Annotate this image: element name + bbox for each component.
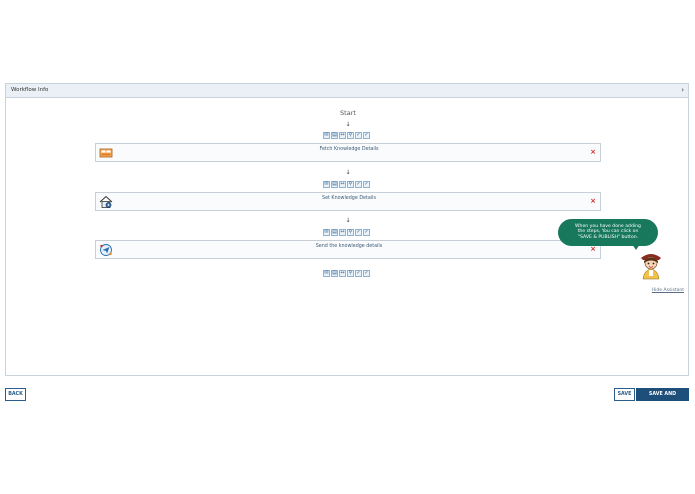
remove-icon[interactable]: × [590, 198, 596, 205]
transform-step-icon[interactable]: ↔ [339, 181, 346, 188]
save-button[interactable]: SAVE [614, 388, 635, 401]
assistant-message-line: "SAVE & PUBLISH" button. [577, 234, 639, 240]
approve-step-icon[interactable]: ✓ [355, 181, 362, 188]
workflow-step[interactable]: Set Knowledge Details × [95, 192, 601, 211]
search-step-icon[interactable]: ⚲ [347, 132, 354, 139]
remove-icon[interactable]: × [590, 149, 596, 156]
approve-step-icon[interactable]: ✓ [355, 132, 362, 139]
approve-step-icon[interactable]: ✓ [355, 270, 362, 277]
database-step-icon[interactable]: ▤ [331, 229, 338, 236]
chevron-right-icon[interactable]: › [681, 84, 684, 97]
check-step-icon[interactable]: ✓ [363, 229, 370, 236]
transform-step-icon[interactable]: ↔ [339, 229, 346, 236]
panel-title: Workflow Info [11, 87, 49, 93]
transform-step-icon[interactable]: ↔ [339, 132, 346, 139]
approve-step-icon[interactable]: ✓ [355, 229, 362, 236]
email-step-icon[interactable]: ✉ [323, 181, 330, 188]
start-label: Start [340, 109, 356, 117]
add-step-toolbar: ✉ ▤ ↔ ⚲ ✓ ✓ [323, 132, 370, 139]
assistant-avatar-icon[interactable] [637, 248, 665, 280]
check-step-icon[interactable]: ✓ [363, 132, 370, 139]
add-step-toolbar: ✉ ▤ ↔ ⚲ ✓ ✓ [323, 181, 370, 188]
workflow-step[interactable]: Fetch Knowledge Details × [95, 143, 601, 162]
workflow-step[interactable]: Send the knowledge details × [95, 240, 601, 259]
search-step-icon[interactable]: ⚲ [347, 270, 354, 277]
step-label: Set Knowledge Details [322, 196, 376, 201]
arrow-down-icon: ↓ [345, 169, 351, 176]
database-step-icon[interactable]: ▤ [331, 181, 338, 188]
add-step-toolbar: ✉ ▤ ↔ ⚲ ✓ ✓ [323, 229, 370, 236]
arrow-down-icon: ↓ [345, 121, 351, 128]
check-step-icon[interactable]: ✓ [363, 270, 370, 277]
database-step-icon[interactable]: ▤ [331, 132, 338, 139]
check-step-icon[interactable]: ✓ [363, 181, 370, 188]
step-label: Fetch Knowledge Details [319, 147, 379, 152]
search-step-icon[interactable]: ⚲ [347, 229, 354, 236]
email-step-icon[interactable]: ✉ [323, 132, 330, 139]
hide-assistant-link[interactable]: Hide Assistant [652, 288, 684, 293]
assistant-speech-bubble: When you have done adding the steps, You… [558, 219, 658, 246]
database-step-icon[interactable]: ▤ [331, 270, 338, 277]
add-step-toolbar: ✉ ▤ ↔ ⚲ ✓ ✓ [323, 270, 370, 277]
save-and-publish-button[interactable]: SAVE AND PUBLISH [636, 388, 689, 408]
step-label: Send the knowledge details [315, 244, 383, 249]
transform-step-icon[interactable]: ↔ [339, 270, 346, 277]
remove-icon[interactable]: × [590, 246, 596, 253]
email-step-icon[interactable]: ✉ [323, 270, 330, 277]
back-button[interactable]: BACK [5, 388, 26, 401]
panel-header[interactable]: Workflow Info › [6, 84, 688, 98]
search-step-icon[interactable]: ⚲ [347, 181, 354, 188]
email-step-icon[interactable]: ✉ [323, 229, 330, 236]
